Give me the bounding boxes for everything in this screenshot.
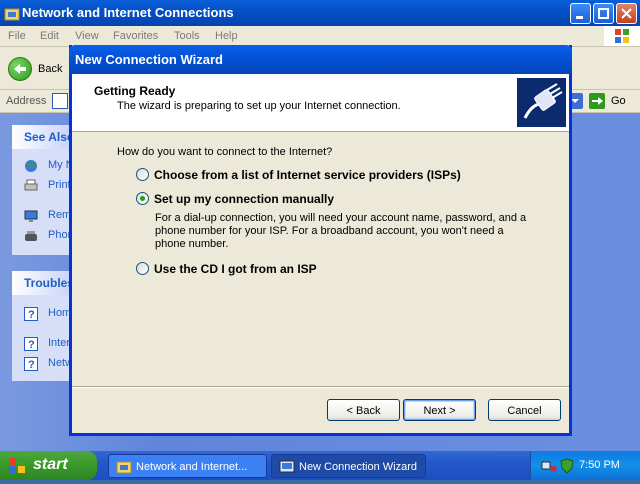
back-label: Back bbox=[38, 63, 63, 75]
explorer-title-bar[interactable]: Network and Internet Connections bbox=[0, 0, 640, 26]
troubleshooters-panel: Troubleshooters ? Home or Small Office N… bbox=[12, 271, 74, 381]
address-label: Address bbox=[6, 95, 47, 107]
wizard-step-title: Getting Ready bbox=[94, 84, 176, 98]
menu-tools[interactable]: Tools bbox=[174, 30, 200, 42]
address-folder-icon bbox=[52, 93, 68, 109]
help-icon: ? bbox=[24, 357, 38, 371]
taskbar: start Network and Internet... New Connec… bbox=[0, 451, 640, 480]
wizard-separator bbox=[72, 386, 569, 388]
network-status-icon[interactable] bbox=[541, 458, 557, 474]
help-icon: ? bbox=[24, 307, 38, 321]
start-label: start bbox=[33, 456, 68, 473]
security-shield-icon[interactable] bbox=[559, 458, 575, 474]
option-isp-cd-radio[interactable] bbox=[136, 262, 149, 275]
clock[interactable]: 7:50 PM bbox=[579, 459, 620, 471]
wizard-icon bbox=[279, 459, 295, 475]
phone-icon bbox=[24, 229, 38, 243]
go-label[interactable]: Go bbox=[611, 95, 626, 107]
option-isp-list-radio[interactable] bbox=[136, 168, 149, 181]
remote-desktop-icon bbox=[24, 209, 38, 223]
back-wizard-button[interactable]: < Back bbox=[327, 399, 400, 421]
back-arrow-icon bbox=[8, 57, 32, 81]
menu-view[interactable]: View bbox=[75, 30, 99, 42]
go-arrow-icon[interactable] bbox=[589, 93, 605, 109]
globe-icon bbox=[24, 159, 38, 173]
taskbar-item-network[interactable]: Network and Internet... bbox=[108, 454, 267, 478]
option-isp-cd-label[interactable]: Use the CD I got from an ISP bbox=[154, 262, 317, 276]
menu-bar: File Edit View Favorites Tools Help bbox=[0, 26, 640, 47]
option-manual-label[interactable]: Set up my connection manually bbox=[154, 192, 334, 206]
printer-icon bbox=[24, 179, 38, 193]
wizard-step-subtitle: The wizard is preparing to set up your I… bbox=[117, 100, 401, 112]
start-button[interactable]: start bbox=[0, 451, 97, 480]
help-icon: ? bbox=[24, 337, 38, 351]
cancel-button[interactable]: Cancel bbox=[488, 399, 561, 421]
menu-file[interactable]: File bbox=[8, 30, 26, 42]
network-cable-icon bbox=[517, 78, 566, 127]
troubleshooters-header[interactable]: Troubleshooters bbox=[12, 271, 72, 295]
taskbar-item-wizard[interactable]: New Connection Wizard bbox=[271, 454, 426, 478]
close-button[interactable] bbox=[616, 3, 637, 24]
menu-help[interactable]: Help bbox=[215, 30, 238, 42]
connection-question: How do you want to connect to the Intern… bbox=[117, 146, 333, 158]
minimize-button[interactable] bbox=[570, 3, 591, 24]
menu-edit[interactable]: Edit bbox=[40, 30, 59, 42]
option-manual-description: For a dial-up connection, you will need … bbox=[155, 212, 527, 250]
see-also-header[interactable]: See Also bbox=[12, 125, 72, 149]
menu-favorites[interactable]: Favorites bbox=[113, 30, 158, 42]
see-also-panel: See Also My Network Places Printers and … bbox=[12, 125, 74, 255]
maximize-button[interactable] bbox=[593, 3, 614, 24]
option-isp-list-label[interactable]: Choose from a list of Internet service p… bbox=[154, 168, 461, 182]
windows-logo-icon bbox=[604, 26, 640, 46]
option-manual-radio[interactable] bbox=[136, 192, 149, 205]
svg-text:?: ? bbox=[28, 359, 35, 371]
system-tray: 7:50 PM bbox=[530, 451, 640, 480]
network-folder-icon bbox=[4, 5, 20, 21]
explorer-title: Network and Internet Connections bbox=[22, 5, 234, 20]
svg-text:?: ? bbox=[28, 309, 35, 321]
wizard-title[interactable]: New Connection Wizard bbox=[69, 45, 572, 74]
next-button[interactable]: Next > bbox=[403, 399, 476, 421]
svg-text:?: ? bbox=[28, 339, 35, 351]
windows-flag-icon bbox=[8, 457, 26, 474]
wizard-header: Getting Ready The wizard is preparing to… bbox=[72, 74, 569, 132]
network-folder-icon bbox=[116, 459, 132, 475]
new-connection-wizard: New Connection Wizard Getting Ready The … bbox=[69, 45, 572, 436]
